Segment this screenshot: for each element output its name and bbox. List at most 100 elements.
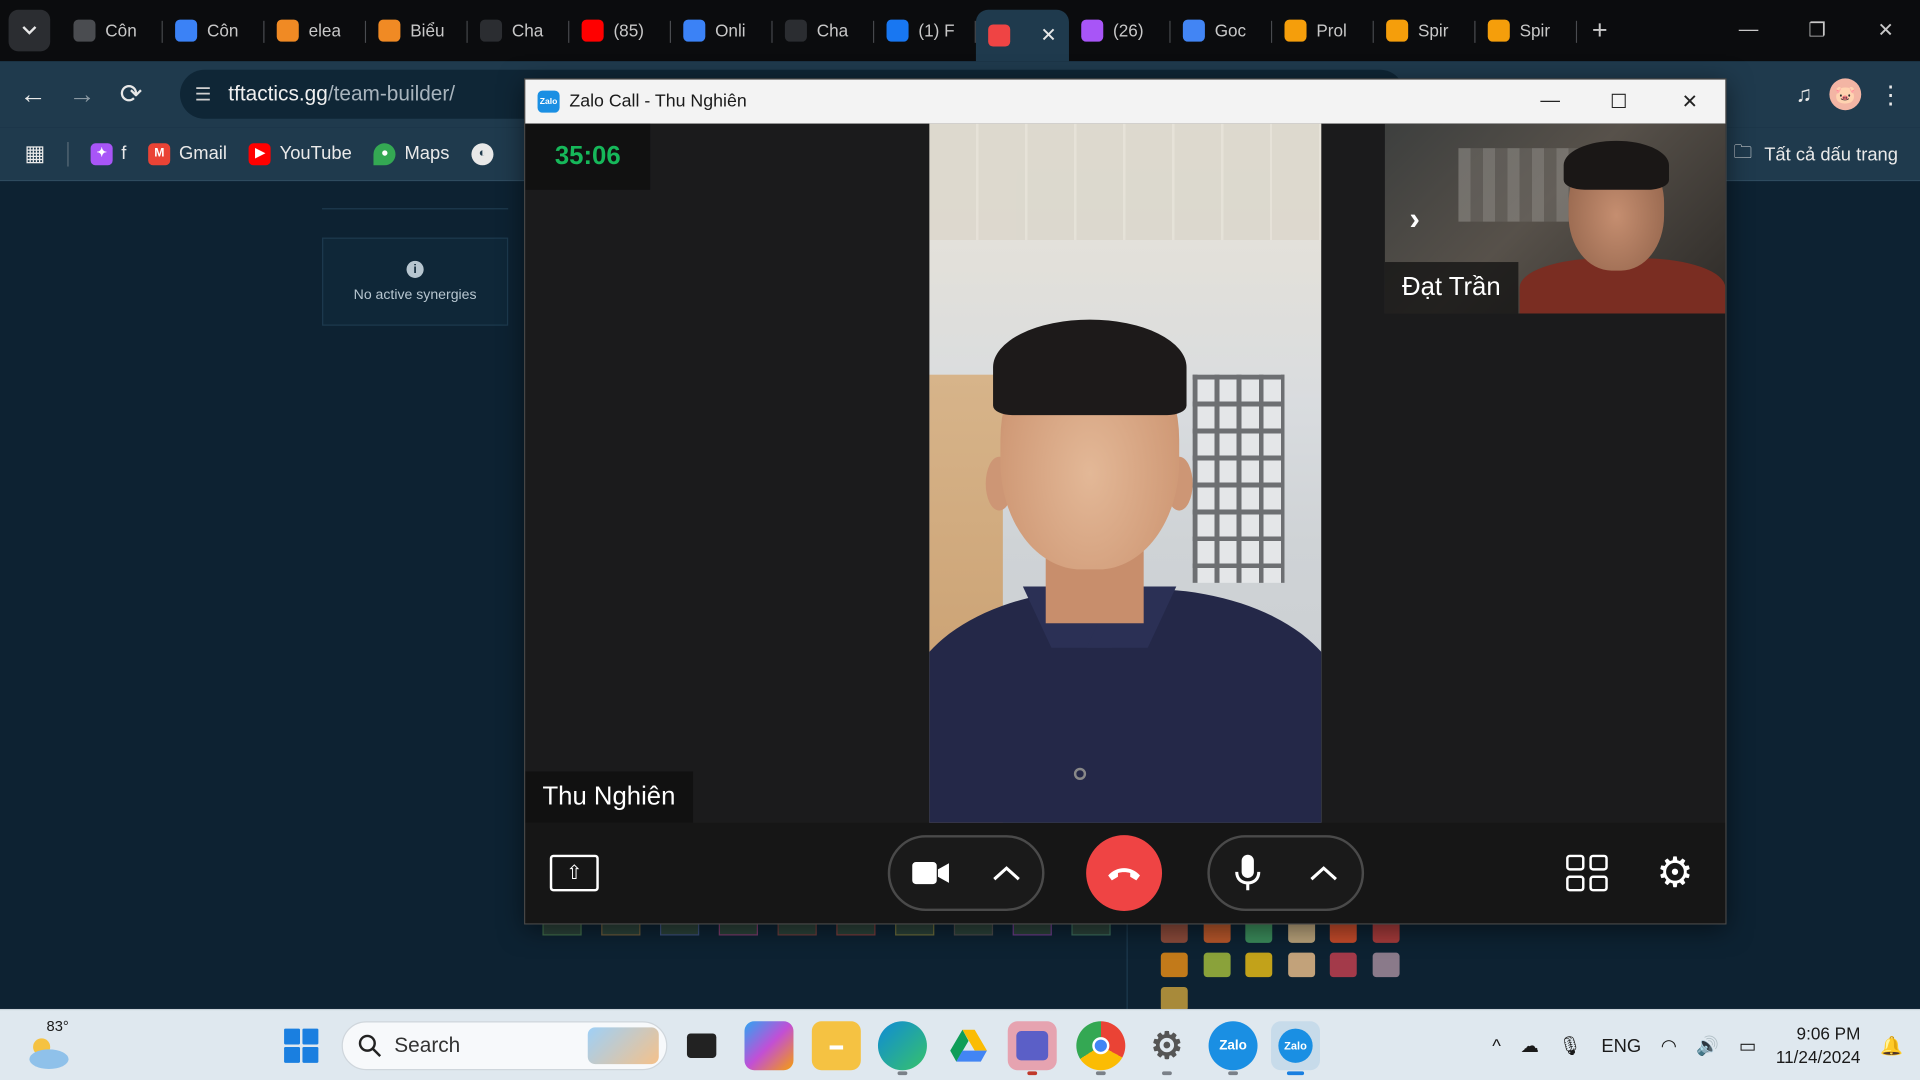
- chevron-down-icon: [22, 26, 37, 35]
- browser-tab[interactable]: (85): [569, 0, 672, 61]
- media-control-icon[interactable]: ♫: [1796, 81, 1813, 107]
- browser-tab[interactable]: Côn: [163, 0, 265, 61]
- grid-cell: [1566, 854, 1585, 871]
- bookmark-gmail[interactable]: M Gmail: [148, 142, 227, 165]
- camera-icon[interactable]: [911, 860, 950, 887]
- chevron-up-icon[interactable]: [1308, 864, 1337, 881]
- browser-tab[interactable]: Cha: [773, 0, 875, 61]
- browser-tab[interactable]: Onli: [671, 0, 773, 61]
- bookmark-messenger[interactable]: ✦ f: [90, 142, 127, 165]
- all-bookmarks-label: Tất cả dấu trang: [1764, 143, 1898, 165]
- zalo-maximize-button[interactable]: ☐: [1583, 80, 1654, 124]
- back-button[interactable]: ←: [9, 70, 58, 119]
- tab-title: Biểu: [410, 20, 445, 41]
- item-grid: [1160, 918, 1399, 1012]
- apps-grid-icon[interactable]: ▦: [24, 141, 45, 167]
- pip-video-feed[interactable]: › Đạt Trần: [1384, 123, 1726, 314]
- browser-tab[interactable]: Spir: [1476, 0, 1578, 61]
- teams-app[interactable]: [1007, 1021, 1057, 1076]
- screen-share-button[interactable]: ⇧: [549, 854, 599, 892]
- zalo-icon: Zalo: [1219, 1038, 1247, 1054]
- browser-tab[interactable]: Biểu: [366, 0, 468, 61]
- zalo-close-button[interactable]: ✕: [1654, 80, 1725, 124]
- bookmark-maps[interactable]: ● Maps: [373, 142, 449, 165]
- globe-icon: [73, 19, 96, 42]
- cloud-icon: [29, 1038, 69, 1069]
- forward-button[interactable]: →: [58, 70, 107, 119]
- start-button[interactable]: [284, 1028, 319, 1063]
- settings-button[interactable]: ⚙: [1652, 850, 1699, 897]
- profile-avatar[interactable]: 🐷: [1829, 78, 1862, 111]
- item-icon[interactable]: [1203, 952, 1231, 978]
- taskbar-search[interactable]: Search: [341, 1021, 668, 1071]
- browser-tab[interactable]: ✕: [975, 9, 1069, 62]
- item-icon[interactable]: [1329, 952, 1357, 978]
- close-window-button[interactable]: ✕: [1851, 0, 1920, 61]
- synergies-text: No active synergies: [353, 287, 477, 303]
- bookmark-globe[interactable]: ◐: [471, 142, 494, 165]
- menu-icon[interactable]: ⋮: [1878, 79, 1902, 110]
- browser-tab[interactable]: (26): [1069, 0, 1171, 61]
- wifi-icon[interactable]: ◠: [1661, 1035, 1677, 1057]
- item-icon[interactable]: [1372, 952, 1399, 978]
- tab-title: Cha: [511, 20, 544, 41]
- browser-tab[interactable]: Spir: [1374, 0, 1476, 61]
- item-icon[interactable]: [1245, 952, 1273, 978]
- spinbot-icon: [1386, 19, 1409, 42]
- restore-button[interactable]: ❐: [1783, 0, 1852, 61]
- language-indicator[interactable]: ENG: [1601, 1035, 1641, 1056]
- close-tab-icon[interactable]: ✕: [1040, 23, 1056, 47]
- microphone-tray-icon[interactable]: 🎙: [1558, 1035, 1581, 1057]
- onedrive-icon[interactable]: ☁: [1521, 1035, 1539, 1057]
- new-tab-button[interactable]: +: [1592, 15, 1608, 47]
- chrome-app[interactable]: [1076, 1021, 1126, 1076]
- browser-tab[interactable]: Prol: [1272, 0, 1374, 61]
- teams-icon: [1016, 1031, 1049, 1061]
- settings-app[interactable]: ⚙: [1142, 1021, 1191, 1076]
- layout-grid-button[interactable]: [1566, 854, 1608, 892]
- show-hidden-icons[interactable]: ^: [1492, 1035, 1501, 1056]
- microphone-icon[interactable]: [1234, 853, 1261, 892]
- globe-icon: ◐: [471, 142, 494, 165]
- browser-tab[interactable]: elea: [264, 0, 367, 61]
- volume-icon[interactable]: 🔊: [1696, 1035, 1719, 1057]
- browser-tab[interactable]: (1) F: [874, 0, 976, 61]
- zalo-app[interactable]: Zalo: [1208, 1021, 1258, 1076]
- zalo-minimize-button[interactable]: —: [1515, 80, 1586, 124]
- bookmark-youtube[interactable]: ▶ YouTube: [249, 142, 352, 165]
- notifications-icon[interactable]: 🔔: [1880, 1035, 1903, 1057]
- chevron-up-icon[interactable]: [992, 864, 1021, 881]
- running-indicator: [1228, 1071, 1238, 1076]
- browser-tab[interactable]: Goc: [1171, 0, 1273, 61]
- tab-title: Onli: [715, 20, 746, 41]
- expand-arrow-icon[interactable]: ›: [1409, 200, 1420, 238]
- copilot-app[interactable]: [744, 1021, 794, 1071]
- bookmark-label: f: [121, 143, 127, 165]
- tab-search-button[interactable]: [8, 9, 51, 52]
- task-view-button[interactable]: [677, 1021, 726, 1070]
- file-explorer-app[interactable]: ▬: [811, 1021, 861, 1071]
- all-bookmarks[interactable]: 🗀 Tất cả dấu trang: [1734, 127, 1898, 181]
- folder-icon: ▬: [829, 1038, 844, 1054]
- battery-icon[interactable]: ▭: [1739, 1035, 1756, 1057]
- messenger-icon: ✦: [90, 142, 113, 165]
- bookmarks-divider: [67, 141, 69, 166]
- item-icon[interactable]: [1160, 952, 1188, 978]
- zalo-call-app[interactable]: Zalo: [1271, 1021, 1321, 1076]
- item-icon[interactable]: [1287, 952, 1315, 978]
- minimize-button[interactable]: —: [1714, 0, 1783, 61]
- messenger-icon: [1081, 19, 1104, 42]
- browser-tab[interactable]: Côn: [61, 0, 163, 61]
- facebook-icon: [886, 19, 909, 42]
- reload-button[interactable]: ⟳: [107, 70, 156, 119]
- google-drive-app[interactable]: [944, 1021, 993, 1070]
- edge-app[interactable]: [877, 1021, 927, 1076]
- clock[interactable]: 9:06 PM 11/24/2024: [1776, 1022, 1861, 1069]
- spinbot-icon: [1284, 19, 1307, 42]
- end-call-button[interactable]: [1086, 835, 1163, 912]
- browser-tab[interactable]: Cha: [468, 0, 570, 61]
- youtube-icon: [581, 19, 604, 42]
- site-info-icon[interactable]: ☰: [195, 83, 211, 105]
- item-icon[interactable]: [1160, 986, 1188, 1012]
- zalo-title-bar[interactable]: Zalo Zalo Call - Thu Nghiên — ☐ ✕: [525, 79, 1726, 124]
